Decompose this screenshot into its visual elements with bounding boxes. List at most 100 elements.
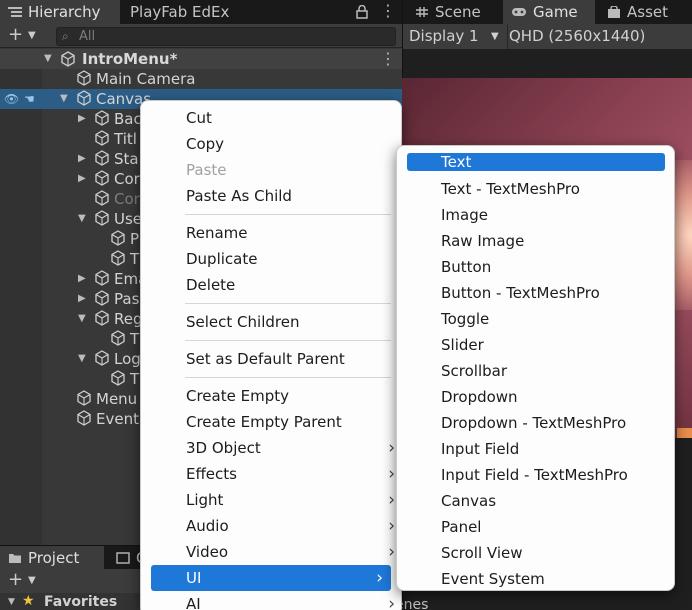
context-menu-item-label: Effects [186,465,237,483]
tab-project[interactable]: Project [0,546,104,570]
visibility-eye-icon[interactable]: 👁 [4,89,19,109]
project-dropdown-arrow-icon[interactable]: ▼ [28,572,36,590]
tab-hierarchy[interactable]: Hierarchy [0,0,120,24]
display-value: Display 1 [409,27,479,45]
submenu-chevron-icon: › [376,568,383,588]
resolution-dropdown[interactable]: QHD (2560x1440) [509,24,645,49]
ui-submenu-item-label: Canvas [441,492,497,510]
context-menu-item[interactable]: Create Empty [141,383,403,409]
hierarchy-item-content: Event [76,409,139,429]
context-menu-item[interactable]: Duplicate [141,246,403,272]
ui-submenu-item[interactable]: Scrollbar [397,358,676,384]
context-menu-item[interactable]: Audio › [141,513,403,539]
context-menu-item[interactable]: Delete [141,272,403,298]
ui-submenu-item[interactable]: Dropdown [397,384,676,410]
ui-submenu-item-label: Toggle [441,310,490,328]
submenu-chevron-icon: › [388,594,395,610]
context-menu-item[interactable]: Select Children [141,309,403,335]
menu-separator [185,214,391,215]
expand-arrow-icon[interactable]: ▶ [78,289,86,309]
ui-submenu-item-label: Raw Image [441,232,525,250]
expand-arrow-icon[interactable]: ▶ [78,269,86,289]
tab-game[interactable]: Game [503,0,595,24]
expand-arrow-icon[interactable]: ▼ [60,89,68,109]
hierarchy-item-label: Menu [96,390,138,408]
ui-submenu-item[interactable]: Event System [397,566,676,592]
search-icon: ⌕ [62,29,69,43]
unity-scene-icon [61,51,75,67]
context-menu-item[interactable]: Set as Default Parent [141,346,403,372]
scene-row[interactable]: ▼ IntroMenu* ⋮ [0,49,402,69]
scene-kebab-icon[interactable]: ⋮ [380,49,396,69]
gameobject-cube-icon [77,90,91,106]
ui-submenu-item[interactable]: Input Field - TextMeshPro [397,462,676,488]
favorites-expand-icon[interactable]: ▼ [8,594,15,610]
scene-name: IntroMenu* [82,50,178,68]
display-chevron-icon: ▼ [491,31,499,42]
kebab-menu-icon[interactable]: ⋮ [380,2,396,20]
hierarchy-item-content: Main Camera [76,69,195,89]
tab-scene[interactable]: Scene [407,0,501,24]
context-menu-item[interactable]: Copy [141,131,403,157]
context-menu-item[interactable]: Effects › [141,461,403,487]
ui-submenu-item-label: Dropdown - TextMeshPro [441,414,627,432]
tab-asset-store[interactable]: Asset Sto [599,0,692,45]
submenu-chevron-icon: › [388,438,395,458]
hierarchy-item-content: T [110,369,139,389]
context-menu-item-label: Delete [186,276,236,294]
expand-arrow-icon[interactable]: ▶ [78,149,86,169]
gameobject-cube-icon [95,290,109,306]
ui-submenu-item[interactable]: Panel [397,514,676,540]
context-menu-item[interactable]: Create Empty Parent [141,409,403,435]
gameobject-cube-icon [95,150,109,166]
ui-submenu-item[interactable]: Text - TextMeshPro [397,176,676,202]
context-menu-item-label: 3D Object [186,439,261,457]
context-menu-item-label: Copy [186,135,225,153]
hierarchy-item-label: T [130,330,140,348]
ui-submenu-item[interactable]: Raw Image [397,228,676,254]
tab-playfab[interactable]: PlayFab EdEx [122,0,272,24]
ui-submenu-item-label: Text [441,153,472,171]
display-dropdown[interactable]: Display 1 ▼ [409,24,499,49]
ui-submenu-item[interactable]: Button [397,254,676,280]
add-plus-icon[interactable]: + [8,25,23,45]
hierarchy-item-label: Cor [114,190,140,208]
resolution-value: QHD (2560x1440) [509,27,646,45]
ui-submenu-item[interactable]: Image [397,202,676,228]
hierarchy-item-content: T [110,249,139,269]
hierarchy-item[interactable]: Main Camera [0,69,402,89]
expand-arrow-icon[interactable]: ▼ [44,49,52,69]
hierarchy-search-input[interactable]: ⌕ All [56,27,396,46]
lock-icon[interactable] [356,5,368,19]
expand-arrow-icon[interactable]: ▼ [78,309,86,329]
hierarchy-item-content: Reg [94,309,143,329]
hierarchy-item-label: Cor [114,170,140,188]
context-menu-item[interactable]: Rename [141,220,403,246]
project-add-plus-icon[interactable]: + [8,570,23,590]
tab-project-label: Project [28,549,80,567]
context-menu-item[interactable]: AI › [141,591,403,610]
context-menu-item-label: Audio [186,517,229,535]
expand-arrow-icon[interactable]: ▶ [78,109,86,129]
ui-submenu-item[interactable]: Input Field [397,436,676,462]
expand-arrow-icon[interactable]: ▼ [78,349,86,369]
ui-submenu-item[interactable]: Slider [397,332,676,358]
context-menu-item[interactable]: 3D Object › [141,435,403,461]
context-menu-item[interactable]: Light › [141,487,403,513]
ui-submenu-item[interactable]: Button - TextMeshPro [397,280,676,306]
context-menu-item[interactable]: UI › [151,565,391,591]
pickable-hand-icon[interactable]: ☚ [24,89,35,109]
ui-submenu-item[interactable]: Toggle [397,306,676,332]
context-menu-item[interactable]: Video › [141,539,403,565]
ui-submenu-item[interactable]: Text [407,153,665,171]
expand-arrow-icon[interactable]: ▶ [78,169,86,189]
context-menu-item[interactable]: Cut [141,105,403,131]
context-menu-item[interactable]: Paste As Child [141,183,403,209]
context-menu-item[interactable]: Paste [141,157,403,183]
hierarchy-item-content: P [110,229,139,249]
ui-submenu-item[interactable]: Canvas [397,488,676,514]
ui-submenu-item[interactable]: Scroll View [397,540,676,566]
dropdown-arrow-icon[interactable]: ▼ [28,27,36,45]
expand-arrow-icon[interactable]: ▼ [78,209,86,229]
ui-submenu-item[interactable]: Dropdown - TextMeshPro [397,410,676,436]
